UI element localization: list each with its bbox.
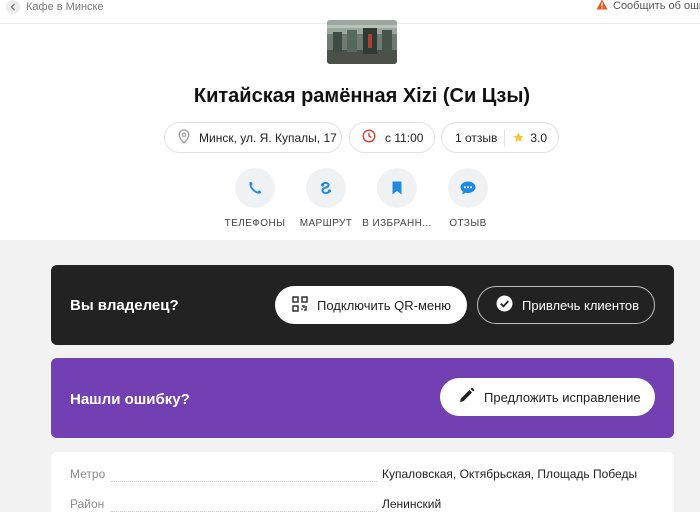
- divider: [504, 128, 506, 147]
- phone-icon: [235, 168, 275, 208]
- suggest-edit-label: Предложить исправление: [484, 389, 641, 405]
- reviews-chip[interactable]: 1 отзыв 3.0: [441, 122, 559, 153]
- metro-key: Метро: [70, 467, 106, 481]
- attract-clients-button[interactable]: Привлечь клиентов: [477, 286, 655, 324]
- star-icon: [513, 132, 524, 143]
- warning-icon: [596, 0, 608, 15]
- owner-question: Вы владелец?: [70, 297, 179, 314]
- chat-icon: [448, 168, 488, 208]
- back-link[interactable]: Кафе в Минске: [6, 0, 104, 14]
- route-action[interactable]: МАРШРУТ: [286, 168, 366, 229]
- favorites-label: В ИЗБРАНН...: [362, 218, 432, 229]
- rating-value: 3.0: [530, 130, 548, 145]
- address-chip[interactable]: Минск, ул. Я. Купалы, 17: [164, 122, 342, 153]
- phones-label: ТЕЛЕФОНЫ: [224, 218, 286, 229]
- action-bar: ТЕЛЕФОНЫ МАРШРУТ В ИЗБРАНН... ОТЗЫВ: [0, 168, 700, 238]
- qr-code-icon: [292, 295, 308, 315]
- report-error-label: Сообщить об оши: [613, 0, 700, 12]
- review-label: ОТЗЫВ: [449, 218, 487, 229]
- location-pin-icon: [178, 128, 190, 147]
- place-chips: Минск, ул. Я. Купалы, 17 с 11:00 1 отзыв…: [0, 122, 700, 154]
- district-value: Ленинский: [382, 497, 442, 511]
- review-action[interactable]: ОТЗЫВ: [428, 168, 508, 229]
- phones-action[interactable]: ТЕЛЕФОНЫ: [215, 168, 295, 229]
- district-key: Район: [70, 497, 105, 511]
- suggest-edit-button[interactable]: Предложить исправление: [440, 378, 655, 416]
- route-icon: [306, 168, 346, 208]
- connect-qr-menu-button[interactable]: Подключить QR-меню: [275, 286, 467, 324]
- report-error-link[interactable]: Сообщить об оши: [596, 0, 700, 12]
- place-header: Китайская рамённая Xizi (Си Цзы) Минск, …: [0, 20, 700, 240]
- back-link-label: Кафе в Минске: [26, 1, 104, 13]
- place-details: Метро Купаловская, Октябрьская, Площадь …: [51, 452, 674, 512]
- owner-card: Вы владелец? Подключить QR-меню Привлечь…: [51, 265, 674, 345]
- check-circle-icon: [496, 295, 513, 315]
- favorites-action[interactable]: В ИЗБРАНН...: [357, 168, 437, 229]
- metro-value: Купаловская, Октябрьская, Площадь Победы: [382, 467, 638, 481]
- hours-text: с 11:00: [385, 130, 424, 145]
- address-text: Минск, ул. Я. Купалы, 17: [199, 130, 337, 145]
- pencil-icon: [458, 387, 475, 407]
- detail-row: Район Ленинский: [70, 497, 650, 512]
- clock-icon: [362, 129, 376, 146]
- report-error-card: Нашли ошибку? Предложить исправление: [51, 358, 674, 438]
- attract-clients-label: Привлечь клиентов: [522, 297, 640, 313]
- error-question: Нашли ошибку?: [70, 391, 190, 408]
- leader-dots: [111, 481, 377, 482]
- detail-row: Метро Купаловская, Октябрьская, Площадь …: [70, 467, 650, 487]
- chevron-left-icon: [6, 0, 20, 14]
- route-label: МАРШРУТ: [299, 218, 353, 229]
- connect-qr-menu-label: Подключить QR-меню: [317, 297, 452, 313]
- place-photo[interactable]: [327, 20, 397, 64]
- hours-chip[interactable]: с 11:00: [349, 122, 435, 153]
- reviews-count: 1 отзыв: [455, 130, 498, 145]
- page-title: Китайская рамённая Xizi (Си Цзы): [193, 85, 531, 107]
- bookmark-icon: [377, 168, 417, 208]
